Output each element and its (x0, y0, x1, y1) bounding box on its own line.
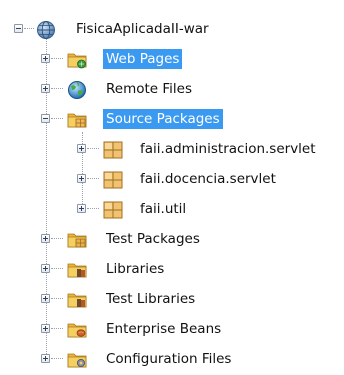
expand-toggle-icon[interactable] (41, 324, 50, 333)
root-label: FisicaAplicadaII-war (76, 21, 209, 37)
tree-connector (51, 358, 63, 359)
expand-toggle-icon[interactable] (41, 84, 50, 93)
project-tree: FisicaAplicadaII-war Web Pages Remote Fi… (0, 0, 344, 368)
tree-node-root[interactable]: FisicaAplicadaII-war (0, 15, 344, 45)
expand-toggle-icon[interactable] (77, 174, 86, 183)
tree-node-package[interactable]: faii.administracion.servlet (0, 135, 344, 165)
tree-connector (87, 148, 99, 149)
tree-node-web-pages[interactable]: Web Pages (0, 45, 344, 75)
node-label: Source Packages (103, 109, 223, 129)
tree-node-test-libraries[interactable]: Test Libraries (0, 285, 344, 315)
node-label: Test Packages (106, 231, 200, 247)
libraries-folder-icon (66, 259, 88, 281)
tree-connector (51, 118, 63, 119)
tree-node-package[interactable]: faii.docencia.servlet (0, 165, 344, 195)
web-project-globe-icon (35, 19, 57, 41)
node-label: Web Pages (103, 49, 183, 69)
java-package-icon (102, 199, 124, 221)
expand-toggle-icon[interactable] (41, 264, 50, 273)
expand-toggle-icon[interactable] (41, 354, 50, 363)
node-label: faii.docencia.servlet (140, 171, 276, 187)
tree-connector (24, 28, 34, 29)
tree-node-package[interactable]: faii.util (0, 195, 344, 225)
tree-node-configuration-files[interactable]: Configuration Files (0, 345, 344, 375)
test-libraries-folder-icon (66, 289, 88, 311)
expand-toggle-icon[interactable] (41, 294, 50, 303)
expand-toggle-icon[interactable] (41, 54, 50, 63)
test-packages-folder-icon (66, 229, 88, 251)
enterprise-beans-folder-icon (66, 319, 88, 341)
tree-node-enterprise-beans[interactable]: Enterprise Beans (0, 315, 344, 345)
tree-node-remote-files[interactable]: Remote Files (0, 75, 344, 105)
remote-files-globe-icon (66, 79, 88, 101)
tree-node-libraries[interactable]: Libraries (0, 255, 344, 285)
node-label: Test Libraries (106, 291, 196, 307)
java-package-icon (102, 139, 124, 161)
tree-node-source-packages[interactable]: Source Packages (0, 105, 344, 135)
tree-connector (87, 178, 99, 179)
web-pages-folder-icon (66, 49, 88, 71)
node-label: Configuration Files (106, 351, 232, 367)
tree-connector (51, 328, 63, 329)
expand-toggle-icon[interactable] (77, 204, 86, 213)
tree-connector (51, 268, 63, 269)
tree-node-test-packages[interactable]: Test Packages (0, 225, 344, 255)
configuration-files-folder-icon (66, 349, 88, 371)
tree-connector (51, 238, 63, 239)
tree-connector (51, 58, 63, 59)
node-label: faii.util (140, 201, 187, 217)
java-package-icon (102, 169, 124, 191)
expand-toggle-icon[interactable] (41, 234, 50, 243)
tree-connector (87, 208, 99, 209)
node-label: Enterprise Beans (106, 321, 222, 337)
expand-toggle-icon[interactable] (77, 144, 86, 153)
node-label: faii.administracion.servlet (140, 141, 316, 157)
tree-connector (51, 298, 63, 299)
collapse-toggle-icon[interactable] (14, 24, 23, 33)
node-label: Remote Files (106, 81, 193, 97)
collapse-toggle-icon[interactable] (41, 114, 50, 123)
node-label: Libraries (106, 261, 165, 277)
source-packages-folder-icon (66, 109, 88, 131)
tree-connector (51, 88, 63, 89)
